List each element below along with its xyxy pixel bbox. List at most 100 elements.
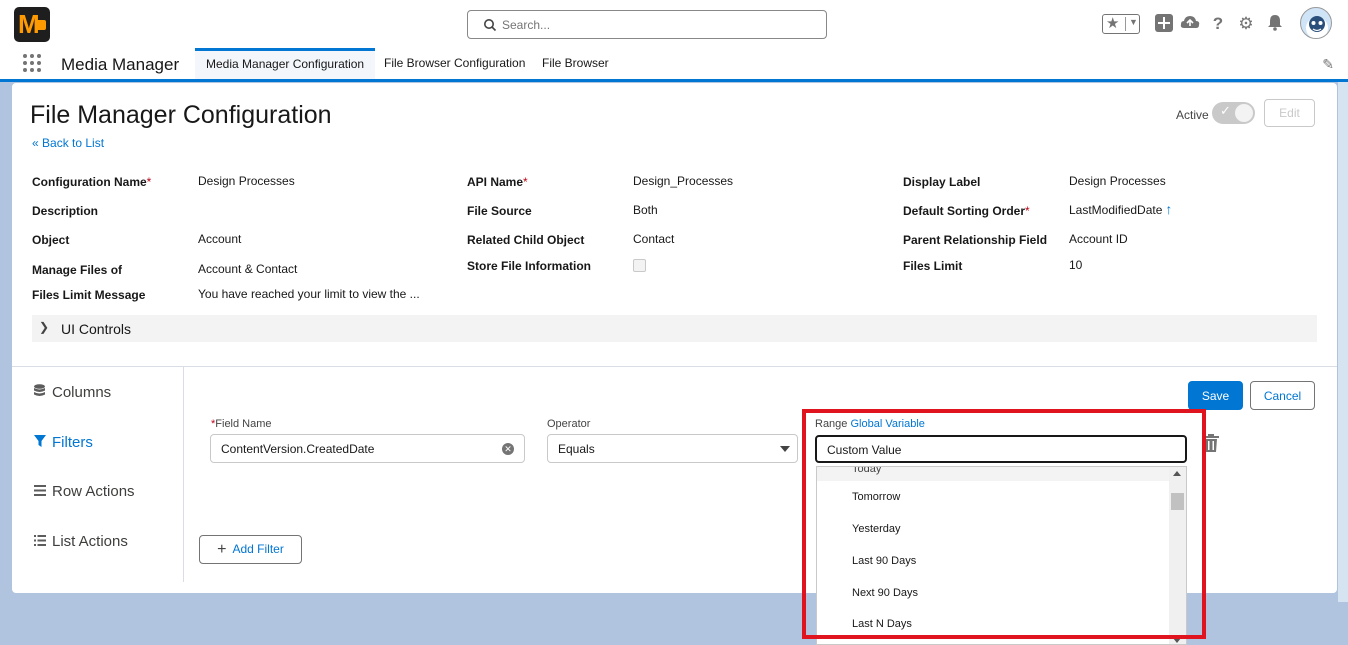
field-name-input[interactable]: ContentVersion.CreatedDate ✕ [210, 434, 525, 463]
add-filter-label: Add Filter [232, 541, 284, 556]
dropdown-option-last-90-days[interactable]: Last 90 Days [852, 555, 916, 567]
manage-files-of-value: Account & Contact [198, 262, 298, 276]
user-avatar[interactable] [1300, 7, 1332, 39]
scroll-thumb[interactable] [1171, 493, 1184, 510]
configuration-name-value: Design Processes [198, 174, 295, 188]
file-source-label: File Source [467, 204, 532, 218]
notification-bell-icon[interactable] [1265, 14, 1285, 34]
sidebar-item-label: Row Actions [52, 483, 135, 500]
field-name-value: ContentVersion.CreatedDate [221, 442, 375, 456]
list-icon [34, 534, 47, 549]
api-name-value: Design_Processes [633, 174, 734, 188]
tab-file-browser[interactable]: File Browser [531, 48, 620, 79]
chevron-right-icon: ❯ [39, 320, 50, 334]
field-name-label: *Field Name [211, 418, 272, 430]
check-icon: ✓ [1220, 103, 1231, 118]
favorites-star-icon: ★ [1106, 15, 1120, 32]
background-strip [1338, 82, 1348, 602]
display-label-value: Design Processes [1069, 174, 1166, 188]
dropdown-option-yesterday[interactable]: Yesterday [852, 523, 901, 535]
object-value: Account [198, 232, 242, 246]
description-label: Description [32, 204, 99, 218]
plus-icon: + [217, 540, 227, 558]
settings-sidebar: Columns Filters Row Actions List Actions [12, 367, 184, 582]
operator-value: Equals [558, 442, 595, 456]
search-input[interactable] [502, 15, 802, 35]
add-icon[interactable] [1154, 14, 1174, 34]
app-navigation: Media Manager Media Manager Configuratio… [0, 48, 1348, 82]
database-icon [34, 384, 47, 400]
clear-icon[interactable]: ✕ [502, 443, 514, 455]
save-button[interactable]: Save [1188, 381, 1243, 410]
tab-file-browser-configuration[interactable]: File Browser Configuration [373, 48, 536, 79]
search-icon [484, 19, 497, 32]
sidebar-item-list-actions[interactable]: List Actions [34, 533, 128, 550]
default-sorting-order-label: Default Sorting Order* [903, 204, 1030, 218]
global-header: M ★ ▼ ? ⚙ [0, 0, 1348, 48]
global-variable-link[interactable]: Global Variable [850, 418, 924, 430]
range-input[interactable]: Custom Value [815, 435, 1187, 463]
edit-button[interactable]: Edit [1264, 99, 1315, 127]
add-filter-button[interactable]: + Add Filter [199, 535, 302, 564]
sidebar-item-label: Columns [52, 384, 112, 401]
manage-files-of-label: Manage Files of [32, 263, 123, 277]
dropdown-option-today[interactable]: Today [852, 467, 881, 475]
dropdown-option-last-n-days[interactable]: Last N Days [852, 618, 912, 630]
scroll-down-icon[interactable] [1173, 638, 1181, 643]
edit-nav-pencil-icon[interactable]: ✎ [1322, 56, 1334, 73]
store-file-information-label: Store File Information [467, 259, 592, 273]
operator-label: Operator [547, 418, 591, 430]
related-child-object-label: Related Child Object [467, 233, 585, 247]
app-name: Media Manager [61, 55, 180, 74]
dropdown-option-tomorrow[interactable]: Tomorrow [852, 491, 900, 503]
chevron-down-icon: ▼ [1129, 17, 1138, 27]
dropdown-option-next-90-days[interactable]: Next 90 Days [852, 587, 918, 599]
back-to-list-label: Back to List [42, 136, 105, 150]
configuration-name-label: Configuration Name* [32, 175, 152, 189]
files-limit-message-value: You have reached your limit to view the … [198, 287, 420, 301]
files-limit-value: 10 [1069, 258, 1083, 272]
store-file-information-checkbox [633, 259, 646, 272]
tab-media-manager-configuration[interactable]: Media Manager Configuration [195, 48, 376, 79]
related-child-object-value: Contact [633, 232, 675, 246]
display-label-label: Display Label [903, 175, 981, 189]
parent-relationship-field-label: Parent Relationship Field [903, 233, 1048, 247]
sidebar-item-filters[interactable]: Filters [34, 434, 93, 451]
active-label: Active [1176, 108, 1209, 122]
help-icon[interactable]: ? [1208, 14, 1228, 34]
favorites-button[interactable]: ★ ▼ [1102, 14, 1140, 34]
global-search[interactable] [467, 10, 827, 39]
range-dropdown-list: Today Tomorrow Yesterday Last 90 Days Ne… [816, 466, 1187, 645]
cancel-button[interactable]: Cancel [1250, 381, 1315, 410]
dropdown-scrollbar[interactable] [1169, 467, 1186, 644]
app-launcher-icon[interactable] [23, 54, 43, 74]
ui-controls-label: UI Controls [61, 321, 132, 337]
settings-gear-icon[interactable]: ⚙ [1236, 14, 1256, 34]
filter-icon [34, 435, 47, 450]
sidebar-item-columns[interactable]: Columns [34, 384, 111, 401]
parent-relationship-field-value: Account ID [1069, 232, 1128, 246]
api-name-label: API Name* [467, 175, 528, 189]
sidebar-item-label: List Actions [52, 533, 128, 550]
delete-filter-icon[interactable] [1203, 434, 1219, 457]
ui-controls-section[interactable]: ❯ UI Controls [32, 315, 1317, 342]
sidebar-item-row-actions[interactable]: Row Actions [34, 483, 135, 500]
operator-select[interactable]: Equals [547, 434, 798, 463]
default-sorting-order-value: LastModifiedDate ↑ [1069, 201, 1173, 217]
file-source-value: Both [633, 203, 658, 217]
scroll-up-icon[interactable] [1173, 471, 1181, 476]
files-limit-message-label: Files Limit Message [32, 288, 146, 302]
arrow-up-icon: ↑ [1165, 201, 1173, 217]
object-label: Object [32, 233, 70, 247]
rows-icon [34, 484, 47, 499]
range-label: Range Global Variable [815, 418, 925, 430]
range-value: Custom Value [827, 443, 902, 457]
page-title: File Manager Configuration [30, 101, 332, 129]
active-toggle[interactable]: ✓ [1212, 102, 1255, 124]
back-to-list-link[interactable]: « Back to List [32, 136, 104, 150]
app-logo[interactable]: M [14, 7, 50, 42]
setup-assistant-icon[interactable] [1180, 14, 1200, 34]
files-limit-label: Files Limit [903, 259, 963, 273]
sidebar-item-label: Filters [52, 434, 93, 451]
caret-down-icon [780, 446, 790, 452]
